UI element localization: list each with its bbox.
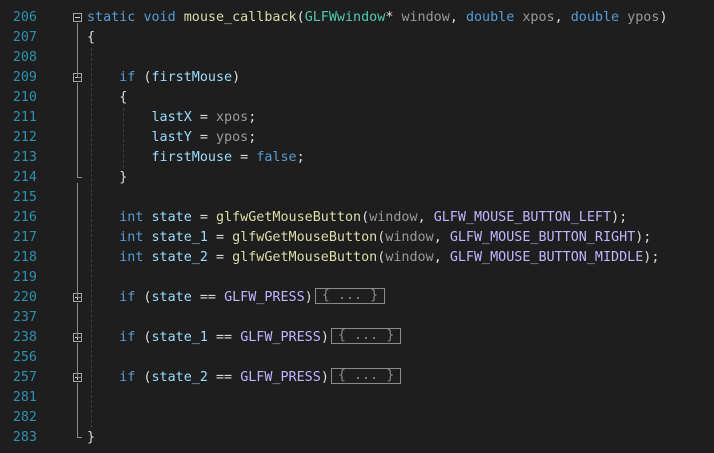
code-text: if (firstMouse) bbox=[119, 70, 241, 85]
code-line[interactable]: 256 bbox=[0, 348, 714, 368]
code-line[interactable]: 216 int state = glfwGetMouseButton(windo… bbox=[0, 208, 714, 228]
code-line[interactable]: 220 if (state == GLFW_PRESS){ ... } bbox=[0, 288, 714, 308]
code-text: { bbox=[87, 30, 96, 45]
line-number: 215 bbox=[12, 190, 37, 205]
code-text: lastX = xpos; bbox=[151, 110, 257, 125]
code-line[interactable]: 213 firstMouse = false; bbox=[0, 148, 714, 168]
fold-region-end bbox=[77, 177, 82, 178]
code-line[interactable]: 209 if (firstMouse) bbox=[0, 68, 714, 88]
line-number: 209 bbox=[12, 70, 37, 85]
code-line[interactable]: 215 bbox=[0, 188, 714, 208]
line-number: 216 bbox=[12, 210, 37, 225]
fold-region-line bbox=[77, 303, 78, 337]
code-line[interactable]: 257 if (state_2 == GLFW_PRESS){ ... } bbox=[0, 368, 714, 388]
code-text: } bbox=[87, 170, 128, 185]
collapsed-block-indicator[interactable]: { ... } bbox=[314, 288, 386, 304]
line-number: 214 bbox=[12, 170, 37, 185]
code-text: if (state_2 == GLFW_PRESS){ ... } bbox=[87, 368, 402, 388]
code-text: } bbox=[87, 430, 96, 445]
line-number: 237 bbox=[12, 310, 37, 325]
code-line[interactable]: 238 if (state_1 == GLFW_PRESS){ ... } bbox=[0, 328, 714, 348]
code-line[interactable]: 282 bbox=[0, 408, 714, 428]
line-number: 206 bbox=[12, 10, 37, 25]
code-line[interactable]: 283} bbox=[0, 428, 714, 448]
code-text: static void mouse_callback(GLFWwindow* w… bbox=[87, 10, 668, 25]
collapsed-block-indicator[interactable]: { ... } bbox=[330, 368, 402, 384]
code-line[interactable]: 214 } bbox=[0, 168, 714, 188]
code-editor[interactable]: 206 static void mouse_callback(GLFWwindow… bbox=[0, 0, 714, 453]
code-text: if (state == GLFW_PRESS){ ... } bbox=[87, 288, 386, 308]
indent-guide bbox=[123, 108, 124, 168]
fold-region-line bbox=[77, 183, 78, 297]
code-line[interactable]: 237 bbox=[0, 308, 714, 328]
code-line[interactable]: 208 bbox=[0, 48, 714, 68]
line-number: 219 bbox=[12, 270, 37, 285]
code-line[interactable]: 207 { bbox=[0, 28, 714, 48]
line-number: 257 bbox=[12, 370, 37, 385]
line-number: 282 bbox=[12, 410, 37, 425]
line-number: 218 bbox=[12, 250, 37, 265]
fold-region-end bbox=[77, 77, 82, 78]
fold-region-end bbox=[77, 297, 82, 298]
fold-region-line bbox=[77, 383, 78, 437]
fold-region-end bbox=[77, 377, 82, 378]
code-line[interactable]: 211 lastX = xpos; bbox=[0, 108, 714, 128]
code-line[interactable]: 206 static void mouse_callback(GLFWwindow… bbox=[0, 8, 714, 28]
line-number: 217 bbox=[12, 230, 37, 245]
line-number: 281 bbox=[12, 390, 37, 405]
code-text: int state_2 = glfwGetMouseButton(window,… bbox=[119, 250, 660, 265]
code-line[interactable]: 217 int state_1 = glfwGetMouseButton(win… bbox=[0, 228, 714, 248]
code-text: int state = glfwGetMouseButton(window, G… bbox=[119, 210, 628, 225]
line-number: 208 bbox=[12, 50, 37, 65]
indent-guide bbox=[91, 48, 92, 428]
code-text: firstMouse = false; bbox=[151, 150, 305, 165]
line-number: 238 bbox=[12, 330, 37, 345]
code-line[interactable]: 212 lastY = ypos; bbox=[0, 128, 714, 148]
code-line[interactable]: 218 int state_2 = glfwGetMouseButton(win… bbox=[0, 248, 714, 268]
code-text: int state_1 = glfwGetMouseButton(window,… bbox=[119, 230, 652, 245]
line-number: 211 bbox=[12, 110, 37, 125]
line-number: 283 bbox=[12, 430, 37, 445]
code-text: if (state_1 == GLFW_PRESS){ ... } bbox=[87, 328, 402, 348]
code-line[interactable]: 210 { bbox=[0, 88, 714, 108]
code-text: { bbox=[87, 90, 128, 105]
code-text: lastY = ypos; bbox=[151, 130, 257, 145]
fold-region-line bbox=[77, 343, 78, 377]
line-number: 207 bbox=[12, 30, 37, 45]
collapse-region-icon[interactable] bbox=[73, 13, 82, 22]
code-line[interactable]: 219 bbox=[0, 268, 714, 288]
line-number: 213 bbox=[12, 150, 37, 165]
line-number: 212 bbox=[12, 130, 37, 145]
line-number: 220 bbox=[12, 290, 37, 305]
collapsed-block-indicator[interactable]: { ... } bbox=[330, 328, 402, 344]
fold-region-end bbox=[77, 337, 82, 338]
fold-region-line bbox=[77, 83, 78, 177]
fold-region-line bbox=[77, 23, 78, 77]
fold-region-end bbox=[77, 437, 82, 438]
line-number: 210 bbox=[12, 90, 37, 105]
code-line[interactable]: 281 bbox=[0, 388, 714, 408]
line-number: 256 bbox=[12, 350, 37, 365]
